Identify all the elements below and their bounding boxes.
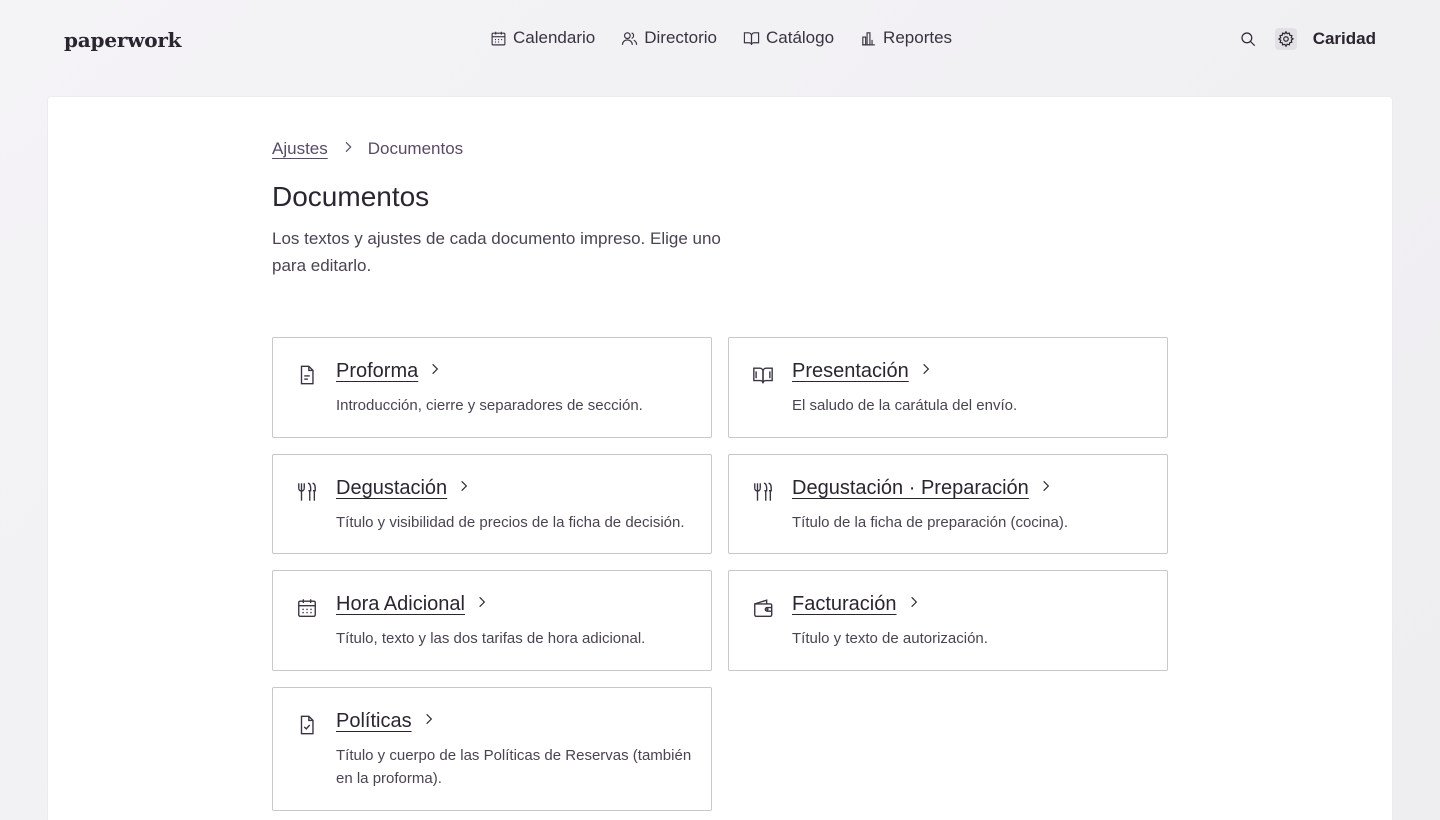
card-title-row: Facturación [792, 593, 921, 616]
breadcrumb-current: Documentos [367, 139, 464, 158]
nav-catalogo[interactable]: Catálogo [743, 26, 834, 50]
card-title-row: Políticas [336, 710, 436, 733]
card-title-row: Degustación [336, 477, 471, 500]
card-title-row: Proforma [336, 360, 442, 383]
calendar-icon [296, 597, 318, 619]
calendar-icon [491, 31, 506, 45]
nav-label: Calendario [513, 28, 596, 47]
bar-chart-icon [862, 31, 875, 45]
top-bar: paperwork Calendario Directorio Catálogo… [0, 0, 1440, 80]
nav-label: Directorio [644, 28, 717, 47]
card-title[interactable]: Presentación [792, 360, 909, 383]
page-title: Documentos [272, 181, 430, 212]
document-icon [296, 364, 318, 386]
open-book-icon [752, 364, 774, 386]
card-title[interactable]: Degustación [336, 477, 447, 500]
book-icon [743, 31, 760, 45]
card-title[interactable]: Proforma [336, 360, 418, 383]
card-description: Título de la ficha de preparación (cocin… [792, 514, 1068, 531]
utensils-icon [752, 481, 774, 503]
card-title-row: Degustación · Preparación [792, 477, 1053, 500]
nav-label: Reportes [883, 28, 953, 47]
chevron-right-icon [475, 595, 489, 614]
header-tools: Caridad [1237, 28, 1376, 50]
breadcrumb-ajustes-link[interactable]: Ajustes [272, 139, 328, 159]
chevron-right-icon [1039, 479, 1053, 498]
main-nav: Calendario Directorio Catálogo Reportes [490, 26, 952, 50]
chevron-right-icon [457, 479, 471, 498]
card-title-row: Hora Adicional [336, 593, 489, 616]
nav-calendario[interactable]: Calendario [490, 26, 595, 50]
card-hora-adicional[interactable]: Hora Adicional Título, texto y las dos t… [272, 570, 712, 671]
search-icon [1241, 32, 1255, 47]
document-check-icon [296, 714, 318, 736]
card-title[interactable]: Facturación [792, 593, 897, 616]
utensils-icon [296, 481, 318, 503]
card-title[interactable]: Hora Adicional [336, 593, 465, 616]
nav-label: Catálogo [765, 28, 835, 47]
settings-button[interactable] [1274, 28, 1297, 50]
content: Ajustes Documentos Documentos Los textos… [272, 137, 1168, 811]
card-description: Título y visibilidad de precios de la fi… [336, 514, 685, 531]
users-icon [622, 31, 638, 45]
breadcrumb: Ajustes Documentos [272, 137, 1168, 161]
nav-directorio[interactable]: Directorio [621, 26, 717, 50]
chevron-right-icon [340, 139, 356, 160]
card-title-row: Presentación [792, 360, 933, 383]
search-button[interactable] [1237, 28, 1259, 50]
card-title[interactable]: Degustación · Preparación [792, 477, 1029, 500]
card-title[interactable]: Políticas [336, 710, 412, 733]
chevron-right-icon [919, 362, 933, 381]
card-politicas[interactable]: Políticas Título y cuerpo de las Polític… [272, 687, 712, 811]
chevron-right-icon [422, 712, 436, 731]
user-menu[interactable]: Caridad [1313, 29, 1376, 49]
card-degustacion-preparacion[interactable]: Degustación · Preparación Título de la f… [728, 454, 1168, 554]
card-description: Introducción, cierre y separadores de se… [336, 397, 643, 414]
card-presentacion[interactable]: Presentación El saludo de la carátula de… [728, 337, 1168, 438]
card-description: Título y cuerpo de las Políticas de Rese… [336, 747, 692, 787]
card-description: Título y texto de autorización. [792, 630, 988, 647]
card-description: El saludo de la carátula del envío. [792, 397, 1018, 414]
chevron-right-icon [907, 595, 921, 614]
card-degustacion[interactable]: Degustación Título y visibilidad de prec… [272, 454, 712, 554]
nav-reportes[interactable]: Reportes [860, 26, 952, 50]
main-panel: Ajustes Documentos Documentos Los textos… [48, 97, 1392, 820]
card-facturacion[interactable]: Facturación Título y texto de autorizaci… [728, 570, 1168, 671]
card-proforma[interactable]: Proforma Introducción, cierre y separado… [272, 337, 712, 438]
chevron-right-icon [428, 362, 442, 381]
wallet-icon [752, 597, 774, 619]
card-description: Título, texto y las dos tarifas de hora … [336, 630, 646, 647]
page-description: Los textos y ajustes de cada documento i… [272, 229, 721, 275]
brand-logo[interactable]: paperwork [64, 28, 182, 52]
gear-icon [1277, 30, 1294, 48]
